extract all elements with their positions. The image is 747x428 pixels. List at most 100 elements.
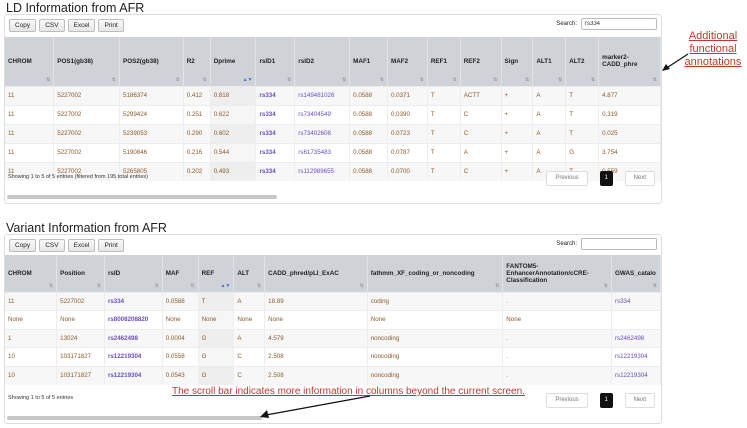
ld-cell-pos2-gb38: 5186374 [119,85,184,105]
variant-csv-button[interactable]: CSV [39,239,65,252]
variant-cell-rsid[interactable]: rs2462498 [104,328,163,348]
variant-cell-gwas-catalo[interactable]: rs12219304 [611,365,661,385]
variant-cell-position: None [56,310,105,329]
ld-column-marker2-cadd-phre[interactable]: marker2-CADD_phre ⇅ [598,37,661,86]
ld-cell-rsid2[interactable]: rs73402608 [294,123,351,143]
variant-excel-button[interactable]: Excel [67,239,96,252]
ld-search-input[interactable] [581,18,657,30]
ld-cell-pos1-gb38: 5227002 [53,85,120,105]
variant-cell-ref: T [198,291,235,311]
ld-cell-rsid2[interactable]: rs112989655 [294,161,351,181]
variant-horizontal-scrollbar[interactable] [7,416,262,420]
variant-cell-gwas-catalo[interactable] [611,310,661,329]
variant-cell-gwas-catalo[interactable]: rs334 [611,291,661,311]
table-row[interactable]: 10 103171827 rs12219304 0.0558 G C 2.508 noncod… [5,347,661,366]
ld-cell-r2: 0.251 [183,104,211,124]
table-row[interactable]: None None rs8008208820 None None None None None… [5,310,661,329]
ld-previous-button[interactable]: Previous [546,171,588,186]
variant-cell-gwas-catalo[interactable]: rs12219304 [611,347,661,366]
ld-column-ref1[interactable]: REF1 ⇅ [427,37,461,86]
table-row[interactable]: 11 5227002 5186374 0.412 0.818 rs334 rs1494810… [5,85,661,105]
ld-excel-button[interactable]: Excel [67,19,96,32]
variant-cell-chrom: 11 [5,291,58,311]
ld-cell-marker2-cadd-phre: 0.319 [598,104,661,124]
ld-cell-rsid2[interactable]: rs73404549 [294,104,351,124]
variant-column-chrom[interactable]: CHROM ⇅ [5,255,58,292]
table-row[interactable]: 11 5227002 rs334 0.0588 T A 18.89 coding. rs334 [5,291,661,311]
ld-column-alt2[interactable]: ALT2 ⇅ [565,37,600,86]
ld-horizontal-scrollbar[interactable] [7,195,277,199]
ld-cell-chrom: 11 [5,104,55,124]
ld-cell-rsid2[interactable]: rs149481026 [294,85,351,105]
ld-column-maf2[interactable]: MAF2 ⇅ [387,37,428,86]
variant-next-button[interactable]: Next [624,393,655,408]
ld-cell-rsid1[interactable]: rs334 [255,161,296,181]
variant-cell-rsid[interactable]: rs12219304 [104,347,163,366]
ld-column-maf1[interactable]: MAF1 ⇅ [349,37,389,86]
variant-column-alt[interactable]: ALT ⇅ [233,255,266,292]
variant-previous-button[interactable]: Previous [546,393,588,408]
ld-cell-rsid1[interactable]: rs334 [255,142,296,162]
table-row[interactable]: 11 5227002 5299424 0.251 0.622 rs334 rs7340454… [5,104,661,124]
ld-cell-ref1: T [427,123,461,143]
ld-cell-alt1: A [532,104,567,124]
ld-cell-chrom: 11 [5,85,55,105]
ld-column-rsid1[interactable]: rsID1 ⇅ [255,37,296,86]
ld-column-pos1-gb38[interactable]: POS1(gb38) ⇅ [53,37,120,86]
variant-column-fantom5-enhancerannotation-ccre-classification[interactable]: FANTOM5-EnhancerAnnotation/cCRE-Classifi… [502,255,612,292]
ld-csv-button[interactable]: CSV [39,19,65,32]
variant-cell-rsid[interactable]: rs12219304 [104,365,163,385]
variant-cell-chrom: 10 [5,347,58,366]
variant-column-rsid[interactable]: rsID ⇅ [104,255,163,292]
variant-export-toolbar: Copy CSV Excel Print [9,239,124,252]
ld-cell-rsid1[interactable]: rs334 [255,104,296,124]
sort-icon: ⇅ [190,282,195,289]
ld-column-pos2-gb38[interactable]: POS2(gb38) ⇅ [119,37,184,86]
sort-icon: ⇅ [652,282,657,289]
sort-icon: ⇅ [96,282,101,289]
variant-cell-gwas-catalo[interactable]: rs2462498 [611,328,661,348]
ld-search-label: Search: [556,21,577,27]
ld-print-button[interactable]: Print [98,19,124,32]
ld-column-sign[interactable]: Sign ⇅ [501,37,534,86]
variant-cell-rsid[interactable]: rs8008208820 [104,310,163,329]
variant-column-fathmm-xf-coding-or-noncoding[interactable]: fathmm_XF_coding_or_noncoding ⇅ [367,255,504,292]
ld-cell-rsid2[interactable]: rs61735483 [294,142,351,162]
variant-print-button[interactable]: Print [98,239,124,252]
ld-column-chrom[interactable]: CHROM ⇅ [5,37,55,86]
variant-column-gwas-catalo[interactable]: GWAS_catalo ⇅ [611,255,661,292]
variant-column-maf[interactable]: MAF ⇅ [162,255,199,292]
ld-column-label: CHROM [8,57,32,65]
table-row[interactable]: 11 5227002 5239053 0.290 0.602 rs334 rs7340260… [5,123,661,143]
ld-copy-button[interactable]: Copy [9,19,37,32]
variant-column-cadd-phred-pli-exac[interactable]: CADD_phred/pLI_ExAC ⇅ [264,255,368,292]
ld-page-1-button[interactable]: 1 [599,171,613,186]
variant-cell-chrom: None [5,310,58,329]
ld-column-ref2[interactable]: REF2 ⇅ [460,37,502,86]
variant-column-ref[interactable]: REF ▲▼ [198,255,235,292]
ld-column-dprime[interactable]: Dprime ▲▼ [210,37,257,86]
variant-search-input[interactable] [581,238,657,250]
variant-column-label: fathmm_XF_coding_or_noncoding [370,269,475,277]
ld-cell-rsid1[interactable]: rs334 [255,123,296,143]
table-row[interactable]: 10 103171827 rs12219304 0.0543 G C 2.508 noncod… [5,365,661,385]
variant-cell-rsid[interactable]: rs334 [104,291,163,311]
table-row[interactable]: 1 13024 rs2462498 0.0004 G A 4.579 noncoding. rs… [5,328,661,348]
variant-cell-ref: G [198,347,235,366]
variant-copy-button[interactable]: Copy [9,239,37,252]
variant-entries-info: Showing 1 to 5 of 5 entries [8,395,74,401]
ld-column-label: rsID1 [259,57,276,65]
ld-column-alt1[interactable]: ALT1 ⇅ [532,37,567,86]
functional-annotations-arrow-icon [662,53,689,71]
ld-cell-ref1: T [427,104,461,124]
ld-cell-alt2: G [565,142,600,162]
table-row[interactable]: 11 5227002 5190846 0.216 0.544 rs334 rs6173548… [5,142,661,162]
ld-next-button[interactable]: Next [624,171,655,186]
ld-cell-rsid1[interactable]: rs334 [255,85,296,105]
ld-column-r2[interactable]: R2 ⇅ [183,37,211,86]
ld-column-label: REF1 [430,57,447,65]
ld-column-rsid2[interactable]: rsID2 ⇅ [294,37,351,86]
variant-cell-cadd-phred-pli-exac: 18.89 [264,291,368,311]
variant-column-position[interactable]: Position ⇅ [56,255,105,292]
variant-page-1-button[interactable]: 1 [599,393,613,408]
